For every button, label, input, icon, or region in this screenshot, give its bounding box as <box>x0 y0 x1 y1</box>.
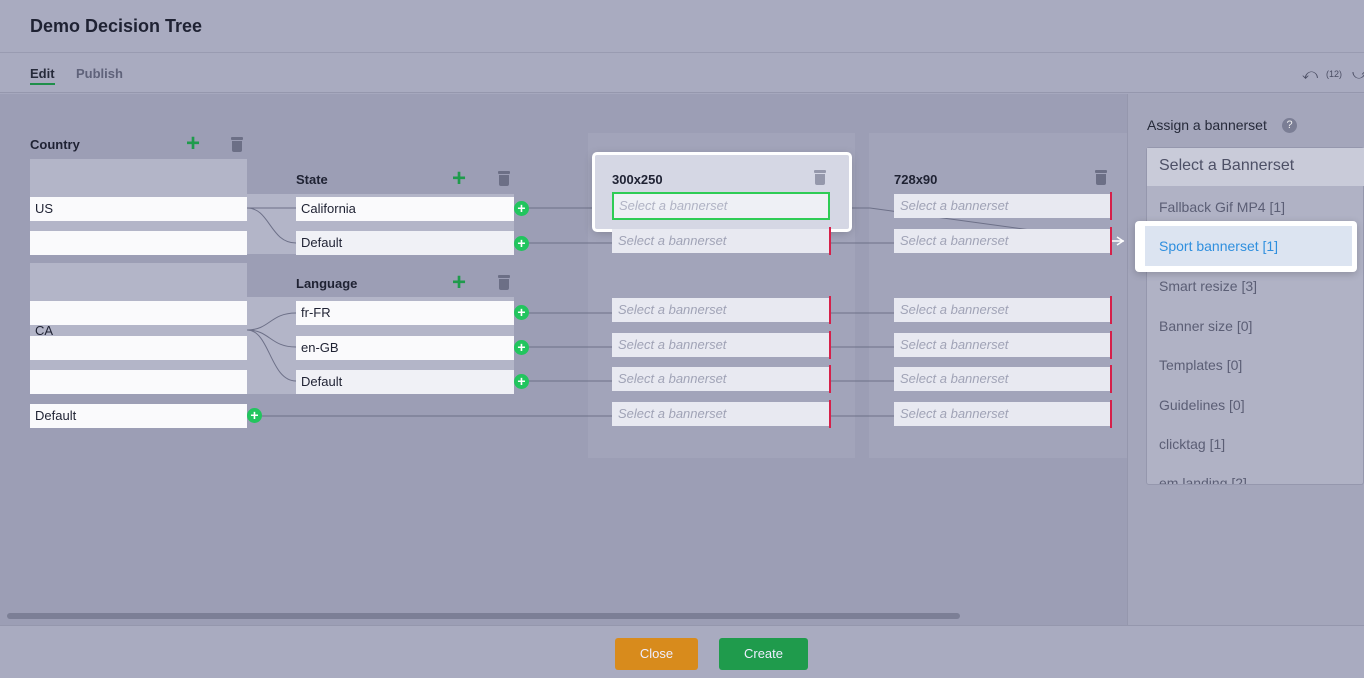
add-language-icon[interactable]: + <box>452 271 466 295</box>
country-row-ca[interactable]: CA <box>35 323 53 338</box>
bannerset-select[interactable]: Select a bannerset <box>894 333 1111 357</box>
country-row-us[interactable]: US <box>30 197 247 221</box>
bannerset-select[interactable]: Select a bannerset <box>612 333 830 357</box>
language-row-fr-fr[interactable]: fr-FR <box>296 301 514 325</box>
bannerset-select[interactable]: Select a bannerset <box>612 367 830 391</box>
delete-language-icon[interactable] <box>498 275 510 290</box>
state-row-california[interactable]: California <box>296 197 514 221</box>
dropdown-option-clip: em landing [2] <box>1147 464 1364 484</box>
add-branch-icon[interactable]: + <box>514 374 529 389</box>
resize-handle[interactable] <box>829 331 831 359</box>
column-300x250-label: 300x250 <box>612 172 663 187</box>
bannerset-select[interactable]: Select a bannerset <box>612 229 830 253</box>
bannerset-select[interactable]: Select a bannerset <box>894 402 1111 426</box>
add-country-icon[interactable]: + <box>186 132 200 156</box>
state-label: State <box>296 172 328 187</box>
column-728x90-label: 728x90 <box>894 172 938 187</box>
country-row-us-spacer[interactable] <box>30 231 247 255</box>
add-state-icon[interactable]: + <box>452 167 466 191</box>
dropdown-option[interactable]: Templates [0] <box>1159 357 1242 373</box>
resize-handle[interactable] <box>829 296 831 324</box>
resize-handle[interactable] <box>1110 296 1112 324</box>
help-icon[interactable]: ? <box>1282 118 1297 133</box>
country-row-ca-bottom[interactable] <box>30 370 247 394</box>
bannerset-select[interactable]: Select a bannerset <box>894 298 1111 322</box>
dropdown-option-selected[interactable]: Sport bannerset [1] <box>1145 226 1352 266</box>
country-label: Country <box>30 137 80 152</box>
resize-handle[interactable] <box>1110 227 1112 255</box>
dropdown-option[interactable]: Banner size [0] <box>1159 318 1252 334</box>
bannerset-select[interactable]: Select a bannerset <box>894 367 1111 391</box>
resize-handle[interactable] <box>1110 365 1112 393</box>
add-branch-icon[interactable]: + <box>514 236 529 251</box>
language-label: Language <box>296 276 358 291</box>
delete-country-icon[interactable] <box>231 137 243 152</box>
country-row-default[interactable]: Default <box>30 404 247 428</box>
add-branch-icon[interactable]: + <box>247 408 262 423</box>
language-row-default[interactable]: Default <box>296 370 514 394</box>
resize-handle[interactable] <box>1110 192 1112 220</box>
close-button[interactable]: Close <box>615 638 698 670</box>
redo-icon[interactable]: ⤻ <box>1352 66 1364 83</box>
resize-handle[interactable] <box>829 227 831 255</box>
bannerset-search-input[interactable]: Select a Bannerset <box>1147 148 1364 186</box>
language-row-en-gb[interactable]: en-GB <box>296 336 514 360</box>
delete-column-icon[interactable] <box>1095 170 1107 185</box>
dropdown-option[interactable]: em landing [2] <box>1159 475 1247 484</box>
dropdown-option[interactable]: clicktag [1] <box>1159 436 1225 452</box>
dropdown-option[interactable]: Smart resize [3] <box>1159 278 1257 294</box>
horizontal-scrollbar[interactable] <box>7 613 960 619</box>
add-branch-icon[interactable]: + <box>514 340 529 355</box>
country-row-ca-mid[interactable] <box>30 336 247 360</box>
bannerset-select[interactable]: Select a bannerset <box>894 194 1111 218</box>
resize-handle[interactable] <box>1110 400 1112 428</box>
dropdown-option[interactable]: Guidelines [0] <box>1159 397 1245 413</box>
delete-state-icon[interactable] <box>498 171 510 186</box>
add-branch-icon[interactable]: + <box>514 201 529 216</box>
country-row-ca-top[interactable] <box>30 301 247 325</box>
dropdown-option[interactable]: Fallback Gif MP4 [1] <box>1159 199 1285 215</box>
resize-handle[interactable] <box>1110 331 1112 359</box>
bannerset-dropdown <box>1146 147 1364 485</box>
assign-label: Assign a bannerset <box>1147 117 1267 133</box>
resize-handle[interactable] <box>829 365 831 393</box>
bannerset-select[interactable]: Select a bannerset <box>612 298 830 322</box>
resize-handle[interactable] <box>829 400 831 428</box>
state-row-default[interactable]: Default <box>296 231 514 255</box>
bannerset-select[interactable]: Select a bannerset <box>612 402 830 426</box>
bannerset-select[interactable]: Select a bannerset <box>894 229 1111 253</box>
delete-column-icon[interactable] <box>814 170 826 185</box>
undo-icon[interactable]: ⤺ <box>1302 66 1318 83</box>
undo-count: (12) <box>1326 69 1343 79</box>
bannerset-select-focused[interactable]: Select a bannerset <box>612 192 830 220</box>
create-button[interactable]: Create <box>719 638 808 670</box>
add-branch-icon[interactable]: + <box>514 305 529 320</box>
